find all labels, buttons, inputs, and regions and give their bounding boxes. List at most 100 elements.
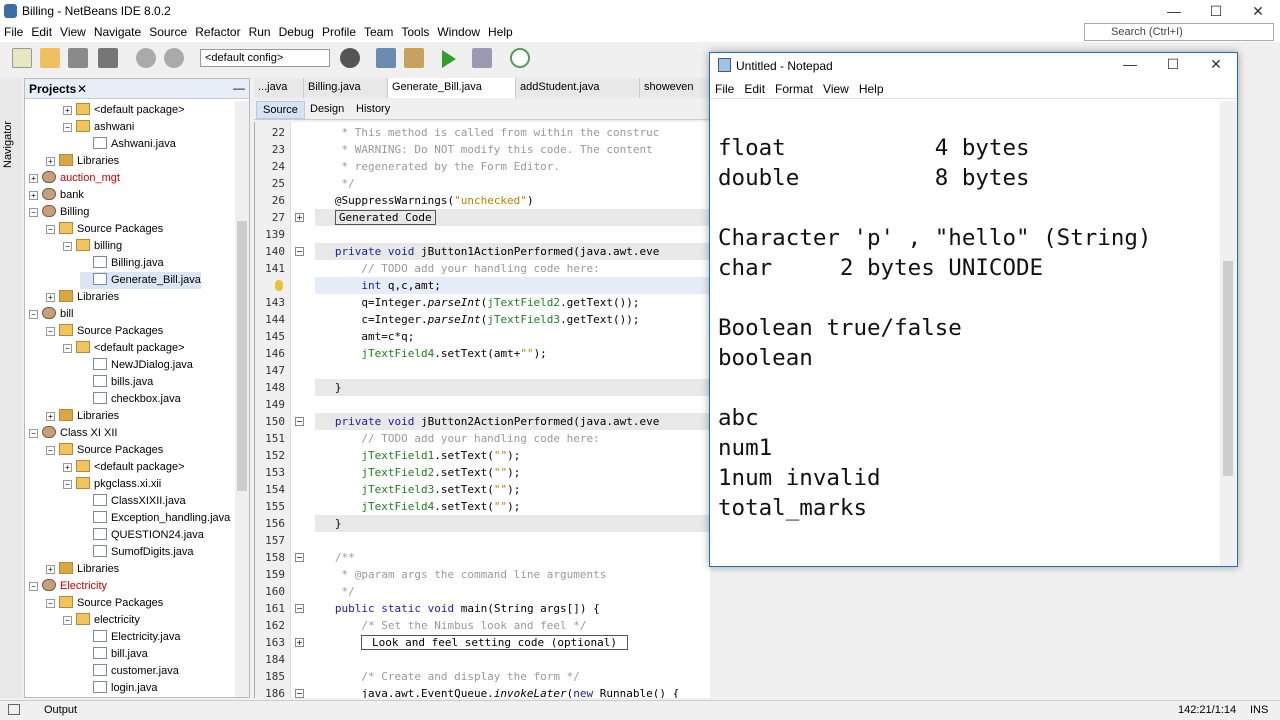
tree-item[interactable]: + Libraries — [46, 153, 119, 170]
tree-item[interactable]: − <default package> — [63, 340, 185, 357]
code-line[interactable]: 150 − private void jButton2ActionPerforme… — [255, 413, 710, 430]
tree-item[interactable]: ClassXIXII.java — [80, 493, 186, 510]
menu-profile[interactable]: Profile — [318, 22, 360, 39]
fold-collapse-icon[interactable]: − — [295, 689, 304, 698]
notepad-minimize-button[interactable]: — — [1110, 53, 1150, 75]
menu-refactor[interactable]: Refactor — [191, 22, 244, 39]
code-line[interactable]: 149 — [255, 396, 710, 413]
menu-view[interactable]: View — [56, 22, 90, 39]
menu-team[interactable]: Team — [360, 22, 397, 39]
editor-tab[interactable]: ...java — [254, 78, 304, 98]
code-line[interactable]: 186− java.awt.EventQueue.invokeLater(new… — [255, 685, 710, 698]
notepad-menu-format[interactable]: Format — [770, 79, 818, 96]
new-file-icon[interactable] — [12, 48, 32, 68]
code-line[interactable]: 184 — [255, 651, 710, 668]
collapse-icon[interactable]: − — [29, 429, 38, 438]
expand-icon[interactable]: + — [63, 463, 72, 472]
collapse-icon[interactable]: − — [63, 616, 72, 625]
design-mode-button[interactable]: Design — [304, 101, 350, 117]
menu-debug[interactable]: Debug — [275, 22, 318, 39]
collapse-icon[interactable]: − — [46, 225, 55, 234]
code-line[interactable]: int q,c,amt; — [255, 277, 710, 294]
notepad-menu-file[interactable]: File — [710, 79, 739, 96]
tree-item[interactable]: − Class XI XII — [29, 425, 117, 442]
tree-item[interactable]: customer.java — [80, 663, 179, 680]
globe-icon[interactable] — [340, 48, 360, 68]
source-mode-button[interactable]: Source — [256, 101, 305, 119]
tree-item[interactable]: Electricity.java — [80, 629, 180, 646]
notepad-maximize-button[interactable]: ☐ — [1153, 53, 1193, 75]
editor-tab[interactable]: Billing.java — [304, 78, 388, 98]
tree-item[interactable]: − Source Packages — [46, 442, 163, 459]
lightbulb-hint-icon[interactable] — [275, 280, 283, 291]
close-button[interactable]: ✕ — [1238, 0, 1278, 22]
tree-item[interactable]: bill.java — [80, 646, 148, 663]
menu-navigate[interactable]: Navigate — [90, 22, 145, 39]
notepad-menu-edit[interactable]: Edit — [739, 79, 770, 96]
code-line[interactable]: 141 // TODO add your handling code here: — [255, 260, 710, 277]
redo-icon[interactable] — [164, 48, 184, 68]
code-line[interactable]: 145 amt=c*q; — [255, 328, 710, 345]
code-line[interactable]: 157 — [255, 532, 710, 549]
collapse-icon[interactable]: − — [46, 446, 55, 455]
editor-tab[interactable]: Generate_Bill.java — [388, 78, 516, 98]
menu-tools[interactable]: Tools — [397, 22, 433, 39]
code-line[interactable]: 163 + Look and feel setting code (optiona… — [255, 634, 710, 651]
tree-item[interactable]: bills.java — [80, 374, 153, 391]
expand-icon[interactable]: + — [29, 191, 38, 200]
navigator-label[interactable]: Navigator — [2, 121, 14, 168]
notepad-close-button[interactable]: ✕ — [1196, 53, 1236, 75]
tree-item[interactable]: − electricity — [63, 612, 140, 629]
code-line[interactable]: 22 * This method is called from within t… — [255, 124, 710, 141]
run-icon[interactable] — [442, 50, 456, 68]
fold-collapse-icon[interactable]: − — [295, 553, 304, 562]
collapse-icon[interactable]: − — [46, 327, 55, 336]
collapse-icon[interactable]: − — [63, 242, 72, 251]
tree-item[interactable]: − Source Packages — [46, 323, 163, 340]
new-project-icon[interactable] — [40, 48, 60, 68]
tree-item[interactable]: + bank — [29, 187, 84, 204]
menu-run[interactable]: Run — [245, 22, 275, 39]
undo-icon[interactable] — [136, 48, 156, 68]
code-line[interactable]: 152 jTextField1.setText(""); — [255, 447, 710, 464]
collapse-icon[interactable]: − — [29, 582, 38, 591]
tree-item[interactable]: Ashwani.java — [80, 136, 176, 153]
menu-source[interactable]: Source — [145, 22, 191, 39]
code-line[interactable]: 158 − /** — [255, 549, 710, 566]
code-line[interactable]: 25 */ — [255, 175, 710, 192]
code-line[interactable]: 26 @SuppressWarnings("unchecked") — [255, 192, 710, 209]
tree-item[interactable]: − pkgclass.xi.xii — [63, 476, 161, 493]
notepad-text-area[interactable]: float 4 bytes double 8 bytes Character '… — [718, 103, 1218, 523]
tree-item[interactable]: − ashwani — [63, 119, 134, 136]
collapse-icon[interactable]: − — [29, 208, 38, 217]
collapse-icon[interactable]: − — [63, 480, 72, 489]
search-input[interactable]: Search (Ctrl+I) — [1084, 23, 1274, 41]
expand-icon[interactable]: + — [46, 293, 55, 302]
code-line[interactable]: 147 — [255, 362, 710, 379]
tree-item[interactable]: checkbox.java — [80, 391, 181, 408]
code-line[interactable]: 151 // TODO add your handling code here: — [255, 430, 710, 447]
code-editor[interactable]: 22 * This method is called from within t… — [254, 122, 710, 698]
notepad-menu-help[interactable]: Help — [854, 79, 889, 96]
config-select[interactable]: <default config> — [200, 49, 330, 67]
collapse-icon[interactable]: − — [63, 123, 72, 132]
code-line[interactable]: 146 jTextField4.setText(amt+""); — [255, 345, 710, 362]
expand-icon[interactable]: + — [46, 157, 55, 166]
code-line[interactable]: 161 − public static void main(String args… — [255, 600, 710, 617]
notepad-menu-view[interactable]: View — [818, 79, 854, 96]
navigator-panel[interactable]: Navigator — [0, 78, 22, 698]
fold-collapse-icon[interactable]: − — [295, 247, 304, 256]
profile-icon[interactable] — [510, 48, 530, 68]
build-icon[interactable] — [376, 48, 396, 68]
maximize-button[interactable]: ☐ — [1196, 0, 1236, 22]
tree-item[interactable]: Exception_handling.java — [80, 510, 230, 527]
code-line[interactable]: 154 jTextField3.setText(""); — [255, 481, 710, 498]
expand-icon[interactable]: + — [46, 565, 55, 574]
expand-icon[interactable]: + — [63, 106, 72, 115]
collapse-icon[interactable]: − — [63, 344, 72, 353]
code-line[interactable]: 160 */ — [255, 583, 710, 600]
fold-collapse-icon[interactable]: − — [295, 604, 304, 613]
save-all-icon[interactable] — [98, 48, 118, 68]
code-line[interactable]: 155 jTextField4.setText(""); — [255, 498, 710, 515]
code-line[interactable]: 148 } — [255, 379, 710, 396]
